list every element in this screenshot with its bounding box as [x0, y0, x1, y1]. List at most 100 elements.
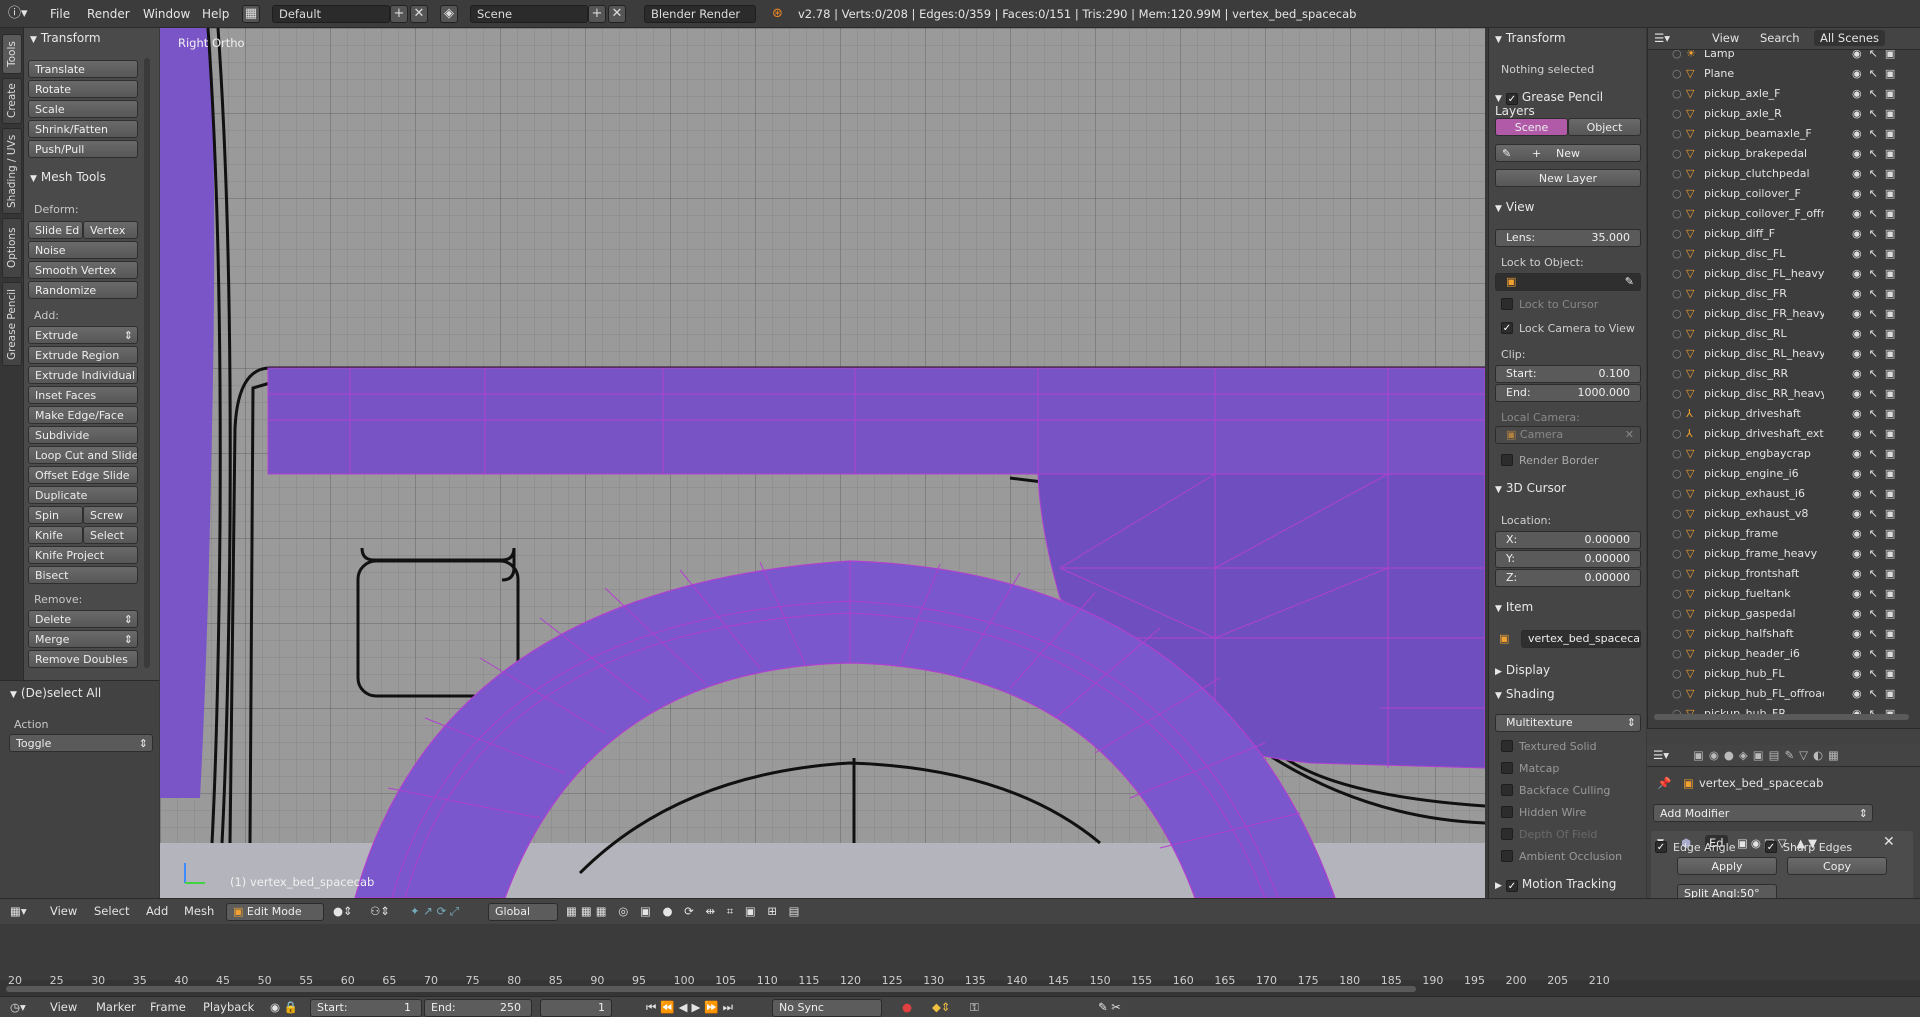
- randomize-button[interactable]: Randomize: [28, 281, 138, 299]
- outliner-item[interactable]: ○ ▽ pickup_brakepedal ◉↖▣: [1648, 144, 1908, 164]
- viewport-shading-icon[interactable]: ●⇕: [333, 903, 353, 921]
- tree-node-icon[interactable]: ○: [1672, 644, 1682, 664]
- visibility-toggle-icons[interactable]: ◉↖▣: [1852, 484, 1902, 504]
- layer-buttons-icons[interactable]: ▦▦▦ ◎ ▣ ● ⟳ ⇹ ⌗ ▣ ⊞ ▤: [566, 903, 804, 921]
- visibility-toggle-icons[interactable]: ◉↖▣: [1852, 164, 1902, 184]
- menu-help[interactable]: Help: [202, 5, 229, 23]
- shading-panel-header[interactable]: ▼ Shading: [1495, 687, 1555, 701]
- outliner-item[interactable]: ○ ☀ Lamp ◉↖▣: [1648, 50, 1908, 64]
- vertex-slide-button[interactable]: Vertex: [83, 221, 138, 239]
- remove-modifier-icon[interactable]: ✕: [1883, 834, 1895, 852]
- outliner-item[interactable]: ○ ▽ pickup_exhaust_i6 ◉↖▣: [1648, 484, 1908, 504]
- visibility-toggle-icons[interactable]: ◉↖▣: [1852, 50, 1902, 64]
- knife-button[interactable]: Knife: [28, 526, 83, 544]
- tree-node-icon[interactable]: ○: [1672, 604, 1682, 624]
- visibility-toggle-icons[interactable]: ◉↖▣: [1852, 144, 1902, 164]
- inset-faces-button[interactable]: Inset Faces: [28, 386, 138, 404]
- new-layer-button[interactable]: New Layer: [1495, 169, 1641, 187]
- visibility-toggle-icons[interactable]: ◉↖▣: [1852, 64, 1902, 84]
- deselect-all-header[interactable]: ▼ (De)select All: [10, 686, 101, 700]
- visibility-toggle-icons[interactable]: ◉↖▣: [1852, 664, 1902, 684]
- lens-field[interactable]: Lens: 35.000: [1495, 229, 1641, 247]
- outliner-item[interactable]: ○ ▽ pickup_beamaxle_F ◉↖▣: [1648, 124, 1908, 144]
- outliner-editor-icon[interactable]: ☰▾: [1654, 30, 1670, 48]
- visibility-toggle-icons[interactable]: ◉↖▣: [1852, 504, 1902, 524]
- view-panel-header[interactable]: ▼ View: [1495, 200, 1534, 214]
- tab-options[interactable]: Options: [2, 218, 22, 278]
- record-icon[interactable]: ●: [902, 999, 912, 1017]
- scene-icon[interactable]: ◈: [440, 5, 458, 23]
- outliner-item[interactable]: ○ ▽ pickup_disc_FR ◉↖▣: [1648, 284, 1908, 304]
- outliner-item[interactable]: ○ ▽ pickup_coilover_F_offro ◉↖▣: [1648, 204, 1908, 224]
- outliner-item[interactable]: ○ ⅄ pickup_driveshaft ◉↖▣: [1648, 404, 1908, 424]
- outliner-item[interactable]: ○ ▽ pickup_header_i6 ◉↖▣: [1648, 644, 1908, 664]
- outliner-item[interactable]: ○ ▽ pickup_disc_RL_heavy ◉↖▣: [1648, 344, 1908, 364]
- subdivide-button[interactable]: Subdivide: [28, 426, 138, 444]
- tab-shading-uvs[interactable]: Shading / UVs: [2, 128, 22, 214]
- outliner-search-menu[interactable]: Search: [1760, 30, 1800, 48]
- motion-tracking-checkbox[interactable]: ✓: [1505, 880, 1518, 892]
- tree-node-icon[interactable]: ○: [1672, 464, 1682, 484]
- editor-type-icon[interactable]: ▦▾: [10, 903, 27, 921]
- tree-node-icon[interactable]: ○: [1672, 484, 1682, 504]
- tree-node-icon[interactable]: ○: [1672, 284, 1682, 304]
- visibility-toggle-icons[interactable]: ◉↖▣: [1852, 564, 1902, 584]
- scene-field[interactable]: Scene: [470, 5, 588, 23]
- outliner-item[interactable]: ○ ▽ pickup_engine_i6 ◉↖▣: [1648, 464, 1908, 484]
- tree-node-icon[interactable]: ○: [1672, 124, 1682, 144]
- tab-tools[interactable]: Tools: [2, 34, 22, 74]
- 3d-viewport[interactable]: Right Ortho (1) vertex_bed_spacecab: [160, 28, 1485, 898]
- action-select[interactable]: Toggle ⇕: [9, 734, 153, 752]
- outliner-item[interactable]: ○ ▽ pickup_disc_RR ◉↖▣: [1648, 364, 1908, 384]
- local-camera-field[interactable]: ▣ Camera ✕: [1495, 426, 1641, 444]
- tree-node-icon[interactable]: ○: [1672, 324, 1682, 344]
- end-frame-field[interactable]: End: 250: [424, 999, 532, 1017]
- motion-tracking-header[interactable]: ▶ ✓ Motion Tracking: [1495, 877, 1616, 892]
- tree-node-icon[interactable]: ○: [1672, 50, 1682, 64]
- visibility-toggle-icons[interactable]: ◉↖▣: [1852, 544, 1902, 564]
- translate-button[interactable]: Translate: [28, 60, 138, 78]
- hidden-wire-checkbox[interactable]: [1501, 806, 1513, 818]
- mode-select[interactable]: ▣ Edit Mode: [226, 903, 324, 921]
- add-menu[interactable]: Add: [146, 903, 168, 921]
- properties-editor-icon[interactable]: ☰▾: [1653, 747, 1669, 765]
- tree-node-icon[interactable]: ○: [1672, 624, 1682, 644]
- outliner-hscrollbar[interactable]: [1654, 714, 1909, 720]
- visibility-toggle-icons[interactable]: ◉↖▣: [1852, 264, 1902, 284]
- orientation-select[interactable]: Global: [488, 903, 558, 921]
- delete-dropdown[interactable]: Delete ⇕: [28, 610, 138, 628]
- grease-pencil-checkbox[interactable]: ✓: [1505, 93, 1518, 105]
- tree-node-icon[interactable]: ○: [1672, 684, 1682, 704]
- slide-edge-button[interactable]: Slide Ed: [28, 221, 83, 239]
- render-engine-select[interactable]: Blender Render: [644, 5, 756, 23]
- visibility-toggle-icons[interactable]: ◉↖▣: [1852, 284, 1902, 304]
- matcap-checkbox[interactable]: [1501, 762, 1513, 774]
- knife-select-button[interactable]: Select: [83, 526, 138, 544]
- visibility-toggle-icons[interactable]: ◉↖▣: [1852, 224, 1902, 244]
- outliner-item[interactable]: ○ ▽ pickup_halfshaft ◉↖▣: [1648, 624, 1908, 644]
- outliner-item[interactable]: ○ ▽ pickup_frame ◉↖▣: [1648, 524, 1908, 544]
- tool-shelf-scrollbar[interactable]: [144, 58, 150, 668]
- outliner-item[interactable]: ○ ▽ pickup_disc_RL ◉↖▣: [1648, 324, 1908, 344]
- tree-node-icon[interactable]: ○: [1672, 564, 1682, 584]
- visibility-toggle-icons[interactable]: ◉↖▣: [1852, 424, 1902, 444]
- remove-scene-icon[interactable]: ✕: [608, 5, 626, 23]
- select-menu[interactable]: Select: [94, 903, 129, 921]
- 3d-cursor-header[interactable]: ▼ 3D Cursor: [1495, 481, 1566, 495]
- current-frame-field[interactable]: 1: [540, 999, 612, 1017]
- make-edge-face-button[interactable]: Make Edge/Face: [28, 406, 138, 424]
- rotate-button[interactable]: Rotate: [28, 80, 138, 98]
- item-panel-header[interactable]: ▼ Item: [1495, 600, 1533, 614]
- tree-node-icon[interactable]: ○: [1672, 304, 1682, 324]
- tree-node-icon[interactable]: ○: [1672, 424, 1682, 444]
- visibility-toggle-icons[interactable]: ◉↖▣: [1852, 584, 1902, 604]
- outliner-item[interactable]: ○ ▽ pickup_frame_heavy ◉↖▣: [1648, 544, 1908, 564]
- outliner-item[interactable]: ○ ▽ pickup_axle_R ◉↖▣: [1648, 104, 1908, 124]
- visibility-toggle-icons[interactable]: ◉↖▣: [1852, 684, 1902, 704]
- outliner-item[interactable]: ○ ▽ pickup_disc_FL_heavy ◉↖▣: [1648, 264, 1908, 284]
- pivot-icon[interactable]: ⚇⇕: [370, 903, 390, 921]
- timeline-view-menu[interactable]: View: [50, 999, 77, 1017]
- start-frame-field[interactable]: Start: 1: [310, 999, 422, 1017]
- visibility-toggle-icons[interactable]: ◉↖▣: [1852, 364, 1902, 384]
- timeline-scrollbar[interactable]: [6, 986, 1416, 992]
